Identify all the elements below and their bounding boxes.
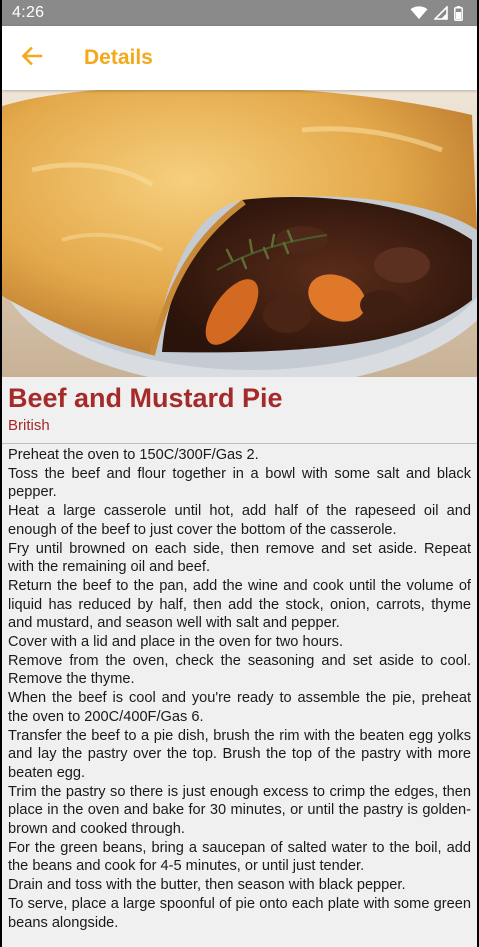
signal-icon — [434, 6, 448, 20]
instruction-step: Transfer the beef to a pie dish, brush t… — [8, 727, 471, 781]
meal-title: Beef and Mustard Pie — [8, 383, 283, 413]
instruction-step: Trim the pastry so there is just enough … — [8, 783, 471, 838]
meal-header: Beef and Mustard Pie British — [2, 377, 477, 443]
instruction-step: For the green beans, bring a saucepan of… — [8, 839, 471, 875]
back-button[interactable] — [2, 26, 62, 90]
instruction-step: Remove from the oven, check the seasonin… — [8, 652, 471, 688]
instruction-step: Fry until browned on each side, then rem… — [8, 540, 471, 576]
instruction-step: Return the beef to the pan, add the wine… — [8, 577, 471, 632]
page-title: Details — [84, 46, 153, 69]
battery-icon — [454, 5, 463, 21]
status-icons — [410, 5, 463, 21]
instruction-step: When the beef is cool and you're ready t… — [8, 690, 471, 725]
status-time: 4:26 — [12, 4, 45, 21]
status-bar: 4:26 — [2, 0, 477, 26]
instruction-step: To serve, place a large spoonful of pie … — [8, 895, 471, 931]
details-screen: 4:26 Details Beef and Mustard Pie Britis… — [2, 0, 477, 947]
meal-instructions: Preheat the oven to 150C/300F/Gas 2. Tos… — [2, 444, 477, 932]
instruction-step: Toss the beef and flour together in a bo… — [8, 465, 471, 501]
instruction-step: Heat a large casserole until hot, add ha… — [8, 503, 471, 538]
app-bar: Details — [2, 26, 477, 90]
wifi-icon — [410, 6, 428, 20]
instruction-step: Preheat the oven to 150C/300F/Gas 2. — [8, 447, 259, 463]
arrow-left-icon — [21, 46, 43, 71]
instruction-step: Drain and toss with the butter, then sea… — [8, 877, 406, 894]
meal-area: British — [8, 417, 50, 434]
meal-image — [2, 90, 477, 377]
instruction-step: Cover with a lid and place in the oven f… — [8, 634, 344, 651]
